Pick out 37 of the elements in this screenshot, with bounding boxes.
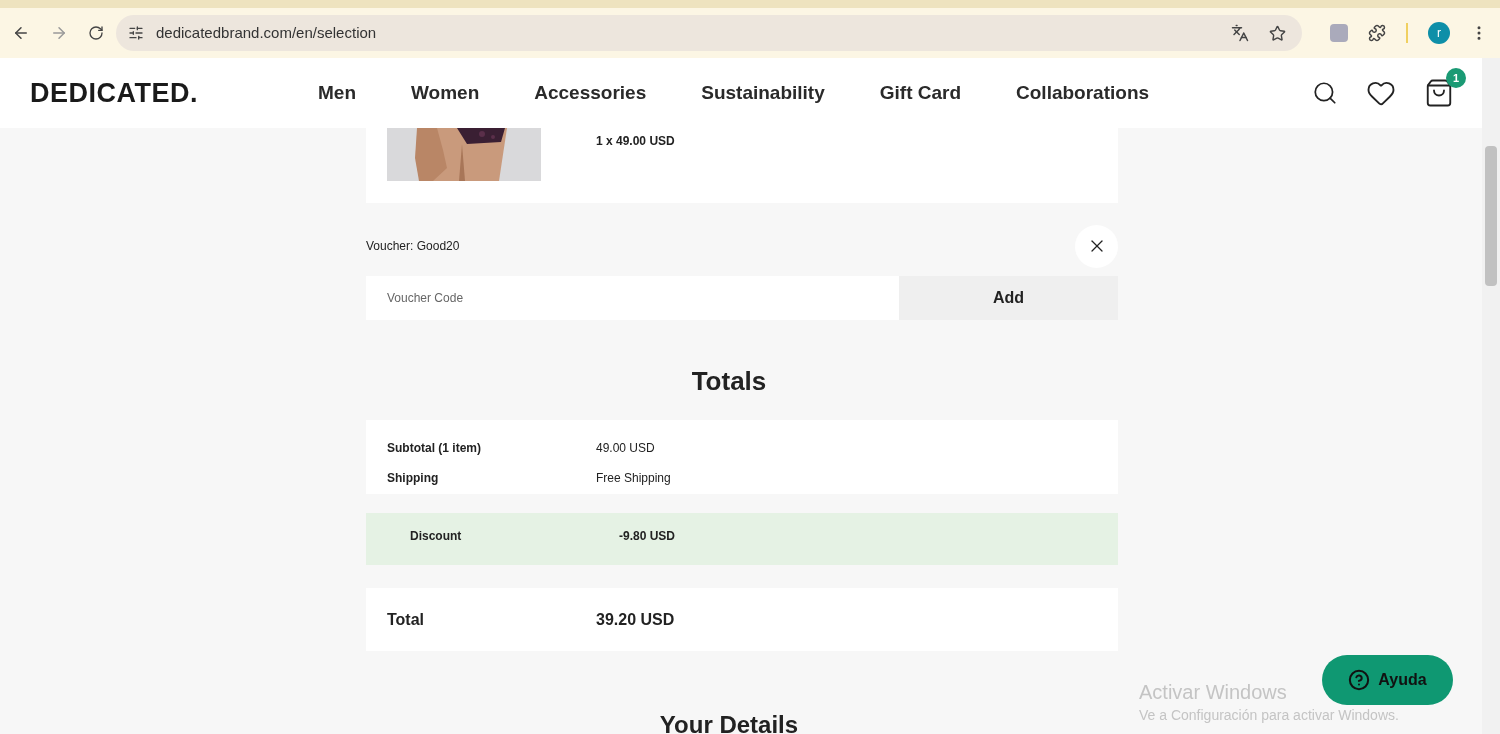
nav-link[interactable]: Collaborations — [1016, 78, 1150, 108]
nav-link[interactable]: Sustainability — [701, 78, 825, 108]
discount-value: -9.80 USD — [619, 528, 676, 545]
item-price: 1 x 49.00 USD — [596, 133, 675, 150]
applied-voucher: Voucher: Good20 — [366, 238, 460, 255]
total-value: 39.20 USD — [596, 609, 675, 630]
help-button[interactable]: Ayuda — [1322, 655, 1453, 705]
brand-logo[interactable]: DEDICATED. — [30, 72, 318, 114]
back-icon[interactable] — [12, 24, 30, 42]
extensions-icon[interactable] — [1368, 24, 1386, 42]
nav-link[interactable]: Gift Card — [879, 78, 962, 108]
cart-count-badge: 1 — [1446, 68, 1466, 88]
voucher-code-field[interactable]: Voucher Code — [366, 276, 899, 320]
address-bar[interactable]: dedicatedbrand.com/en/selection — [116, 15, 1302, 51]
totals-heading: Totals — [690, 365, 768, 398]
nav-link[interactable]: Men — [318, 78, 356, 108]
summary-value: 49.00 USD — [596, 440, 655, 456]
url-text: dedicatedbrand.com/en/selection — [156, 22, 378, 43]
translate-icon[interactable] — [1231, 24, 1249, 42]
total-label: Total — [387, 609, 426, 630]
add-voucher-button[interactable]: Add — [899, 276, 1118, 320]
reload-icon[interactable] — [88, 25, 104, 41]
search-icon[interactable] — [1312, 80, 1338, 106]
question-mark-icon — [1348, 669, 1371, 691]
discount-label: Discount — [410, 528, 463, 545]
site-settings-icon[interactable] — [128, 25, 144, 41]
your-details-heading: Your Details — [658, 711, 800, 734]
summary-value: Free Shipping — [596, 470, 671, 486]
bookmark-star-icon[interactable] — [1269, 24, 1286, 42]
bag-icon[interactable] — [1424, 78, 1454, 108]
summary-label: Shipping — [387, 470, 440, 486]
forward-icon[interactable] — [50, 24, 68, 42]
nav-link[interactable]: Accessories — [534, 78, 647, 108]
summary-label: Subtotal (1 item) — [387, 440, 482, 456]
remove-voucher-button[interactable] — [1075, 224, 1118, 268]
profile-avatar[interactable]: r — [1428, 22, 1450, 44]
nav-link[interactable]: Women — [411, 78, 480, 108]
